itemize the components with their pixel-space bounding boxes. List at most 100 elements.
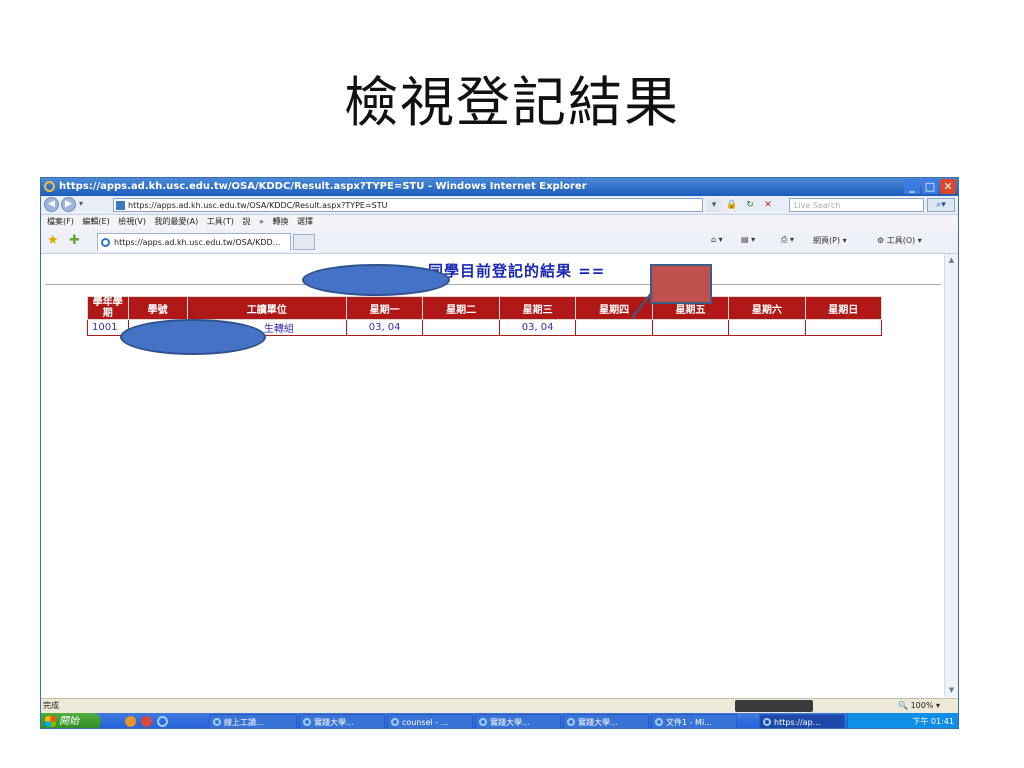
taskbar-item-label: 線上工讀... bbox=[224, 718, 264, 727]
tab-ie-icon bbox=[101, 238, 110, 247]
taskbar-item-label: 實踐大學... bbox=[578, 718, 618, 727]
cell-tue bbox=[422, 319, 500, 336]
address-text: https://apps.ad.kh.usc.edu.tw/OSA/KDDC/R… bbox=[128, 201, 388, 210]
taskbar-item-ie-3[interactable]: 實踐大學... bbox=[475, 714, 561, 728]
quicklaunch-ie-icon[interactable] bbox=[157, 716, 168, 727]
system-tray: 下午 01:41 bbox=[847, 713, 958, 728]
tab-current[interactable]: https://apps.ad.kh.usc.edu.tw/OSA/KDD... bbox=[97, 233, 291, 251]
taskbar-item-ie-2[interactable]: counsel - ... bbox=[387, 714, 473, 728]
title-bar: https://apps.ad.kh.usc.edu.tw/OSA/KDDC/R… bbox=[41, 178, 958, 196]
minimize-button[interactable]: _ bbox=[904, 179, 920, 194]
col-header-mon: 星期一 bbox=[345, 296, 424, 320]
print-icon[interactable]: ⎙ ▾ bbox=[781, 235, 794, 245]
ie-icon bbox=[567, 718, 575, 726]
redaction-oval-name bbox=[302, 264, 450, 296]
col-header-sun: 星期日 bbox=[804, 296, 883, 320]
taskbar-item-word[interactable]: 文件1 - Mi... bbox=[651, 714, 737, 728]
search-input[interactable]: Live Search bbox=[789, 198, 924, 212]
col-header-term: 學年學期 bbox=[87, 296, 129, 320]
taskbar-item-ie-4[interactable]: 實踐大學... bbox=[563, 714, 649, 728]
ie-icon bbox=[303, 718, 311, 726]
menu-edit[interactable]: 編輯(E) bbox=[82, 217, 109, 226]
add-favorite-icon[interactable]: ✚ bbox=[69, 233, 80, 248]
tools-menu-label: 工具(O) bbox=[886, 236, 916, 245]
tools-menu[interactable]: ⚙ 工具(O) ▾ bbox=[877, 235, 922, 246]
taskbar-item-active-ie[interactable]: https://ap... bbox=[759, 714, 845, 728]
taskbar-item-label: counsel - ... bbox=[402, 718, 449, 727]
cell-wed: 03, 04 bbox=[498, 319, 577, 336]
page-icon bbox=[116, 201, 125, 210]
ie-icon bbox=[763, 718, 771, 726]
address-dropdown-icon[interactable]: ▾ bbox=[707, 198, 721, 212]
col-header-sat: 星期六 bbox=[728, 296, 806, 320]
menu-file[interactable]: 檔案(F) bbox=[47, 217, 74, 226]
taskbar-item-label: 實踐大學... bbox=[314, 718, 354, 727]
slide-title: 檢視登記結果 bbox=[344, 71, 680, 134]
favorites-star-icon[interactable]: ★ bbox=[47, 233, 59, 248]
taskbar-item-folder[interactable]: 線上工讀... bbox=[209, 714, 297, 728]
taskbar-item-label: https://ap... bbox=[774, 718, 821, 727]
back-button[interactable]: ◀ bbox=[44, 197, 59, 212]
page-menu[interactable]: 網頁(P) ▾ bbox=[813, 235, 847, 246]
clock: 下午 01:41 bbox=[912, 717, 954, 726]
cell-sun bbox=[804, 319, 883, 336]
result-heading: 同學目前登記的結果 == bbox=[428, 262, 606, 280]
taskbar-item-label: 文件1 - Mi... bbox=[666, 718, 712, 727]
col-header-student-id: 學號 bbox=[127, 296, 188, 320]
menu-tools[interactable]: 工具(T) bbox=[207, 217, 234, 226]
menu-bar: 檔案(F) 編輯(E) 檢視(V) 我的最愛(A) 工具(T) 說 » 轉換 選… bbox=[41, 215, 958, 229]
taskbar-item-ie-1[interactable]: 實踐大學... bbox=[299, 714, 385, 728]
close-button[interactable]: ✕ bbox=[940, 179, 956, 194]
menu-help[interactable]: 說 bbox=[242, 217, 250, 226]
menu-convert[interactable]: 轉換 bbox=[272, 217, 288, 226]
vertical-scrollbar[interactable]: ▲ ▼ bbox=[944, 254, 958, 697]
quicklaunch-app-icon[interactable] bbox=[141, 716, 152, 727]
refresh-icon[interactable]: ↻ bbox=[743, 198, 757, 212]
cell-fri bbox=[651, 319, 730, 336]
lock-icon[interactable]: 🔒 bbox=[725, 198, 739, 212]
ie-logo-icon bbox=[44, 181, 55, 192]
menu-select[interactable]: 選擇 bbox=[297, 217, 313, 226]
quicklaunch-firefox-icon[interactable] bbox=[125, 716, 136, 727]
favorites-bar: ★ ✚ https://apps.ad.kh.usc.edu.tw/OSA/KD… bbox=[41, 229, 958, 254]
cell-thu bbox=[575, 319, 653, 336]
heading-divider bbox=[45, 284, 941, 285]
status-bar: 完成 🔍 100% ▾ bbox=[41, 698, 958, 713]
word-icon bbox=[655, 718, 663, 726]
taskbar: 開始 線上工讀... 實踐大學... counsel - ... 實踐大學...… bbox=[41, 713, 958, 728]
redaction-oval-student-id bbox=[120, 319, 266, 355]
menu-overflow[interactable]: » bbox=[259, 217, 264, 226]
window-title: https://apps.ad.kh.usc.edu.tw/OSA/KDDC/R… bbox=[59, 181, 587, 192]
scroll-up-icon[interactable]: ▲ bbox=[946, 255, 957, 266]
status-text: 完成 bbox=[43, 701, 59, 710]
address-input[interactable]: https://apps.ad.kh.usc.edu.tw/OSA/KDDC/R… bbox=[113, 198, 703, 212]
new-tab-button[interactable] bbox=[293, 234, 315, 250]
redaction-box bbox=[650, 264, 712, 304]
start-button[interactable]: 開始 bbox=[41, 713, 101, 728]
forward-button[interactable]: ▶ bbox=[61, 197, 76, 212]
search-button[interactable]: ⌕▾ bbox=[927, 198, 955, 212]
folder-icon bbox=[213, 718, 221, 726]
col-header-unit: 工讀單位 bbox=[186, 296, 347, 320]
scroll-down-icon[interactable]: ▼ bbox=[946, 685, 957, 696]
col-header-tue: 星期二 bbox=[422, 296, 500, 320]
menu-favorites[interactable]: 我的最愛(A) bbox=[155, 217, 199, 226]
zoom-level[interactable]: 🔍 100% ▾ bbox=[898, 699, 940, 713]
col-header-wed: 星期三 bbox=[498, 296, 577, 320]
home-icon[interactable]: ⌂ ▾ bbox=[711, 235, 723, 244]
taskbar-item-label: 實踐大學... bbox=[490, 718, 530, 727]
menu-view[interactable]: 檢視(V) bbox=[118, 217, 146, 226]
windows-flag-icon bbox=[45, 716, 56, 727]
page-menu-label: 網頁(P) bbox=[813, 236, 841, 245]
table-header-row: 學年學期 學號 工讀單位 星期一 星期二 星期三 星期四 星期五 星期六 星期日 bbox=[87, 296, 883, 320]
history-dropdown-icon[interactable]: ▾ bbox=[79, 199, 83, 208]
stop-icon[interactable]: ✕ bbox=[761, 198, 775, 212]
tab-label: https://apps.ad.kh.usc.edu.tw/OSA/KDD... bbox=[114, 238, 281, 247]
maximize-button[interactable]: □ bbox=[922, 179, 938, 194]
browser-window: https://apps.ad.kh.usc.edu.tw/OSA/KDDC/R… bbox=[40, 177, 959, 729]
security-zone-indicator[interactable] bbox=[735, 700, 813, 712]
zoom-value: 100% bbox=[910, 701, 934, 710]
cell-sat bbox=[728, 319, 806, 336]
address-toolbar: ◀ ▶ ▾ https://apps.ad.kh.usc.edu.tw/OSA/… bbox=[41, 196, 958, 215]
feeds-icon[interactable]: ▤ ▾ bbox=[741, 235, 755, 244]
